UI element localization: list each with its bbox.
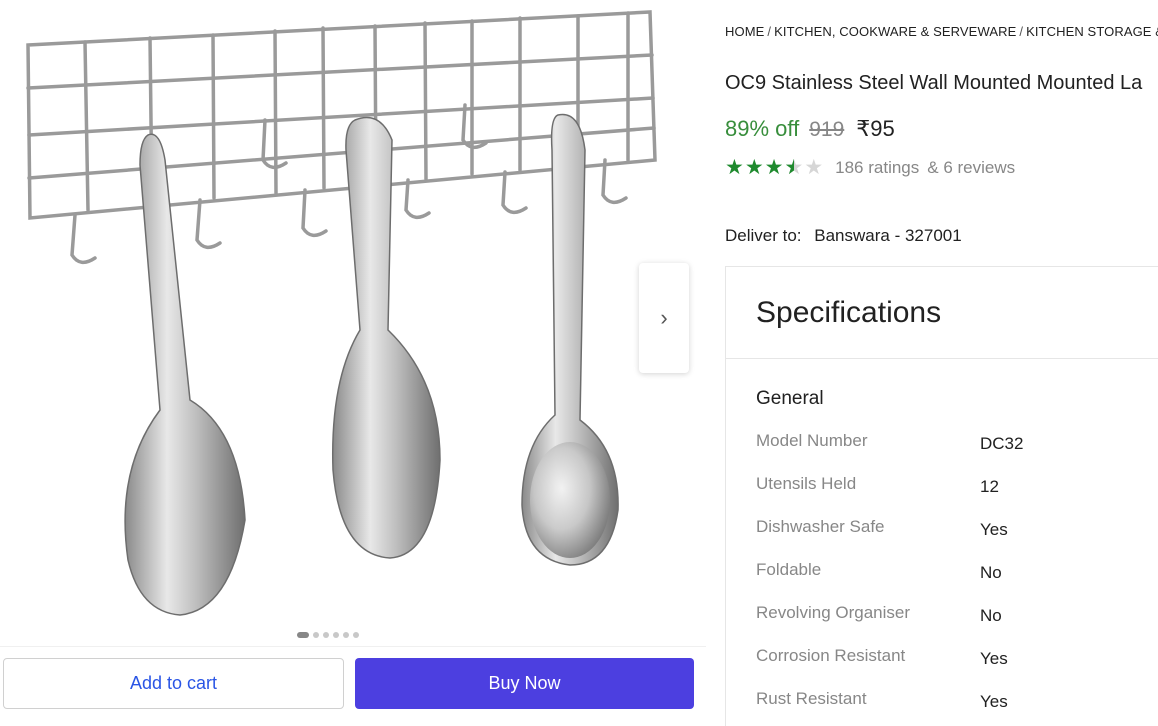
spec-value: No xyxy=(980,606,1002,625)
pagination-dot[interactable] xyxy=(353,632,359,638)
add-to-cart-button[interactable]: Add to cart xyxy=(3,658,344,709)
breadcrumb: HOME / KITCHEN, COOKWARE & SERVEWARE / KITCH… xyxy=(725,24,1158,39)
pagination-dot[interactable] xyxy=(313,632,319,638)
discount-badge: 89% off xyxy=(725,116,800,141)
star-icon: ★ xyxy=(725,156,744,179)
spec-key: Corrosion Resistant xyxy=(756,646,906,665)
star-icon: ★ xyxy=(784,157,803,178)
breadcrumb-item-home[interactable]: HOME xyxy=(725,24,764,39)
rating-row: ★★★★★ 186 ratings & 6 reviews xyxy=(725,156,1015,179)
spec-key: Utensils Held xyxy=(756,474,857,493)
pagination-dot[interactable] xyxy=(297,632,309,638)
buy-now-button[interactable]: Buy Now xyxy=(355,658,694,709)
spec-table: Model Number DC32 Utensils Held 12 Dishwashe… xyxy=(756,431,1023,726)
spec-value: Yes xyxy=(980,520,1008,539)
price-row: 89% off 919 ₹95 xyxy=(725,116,895,142)
reviews-count[interactable]: & 6 reviews xyxy=(927,158,1015,178)
chevron-right-icon: › xyxy=(660,305,668,330)
selling-price: ₹95 xyxy=(856,116,895,141)
product-image[interactable] xyxy=(0,0,700,630)
breadcrumb-separator: / xyxy=(1019,24,1024,39)
spec-key: Rust Resistant xyxy=(756,689,867,708)
pagination-dot[interactable] xyxy=(333,632,339,638)
pagination-dot[interactable] xyxy=(323,632,329,638)
spec-value: DC32 xyxy=(980,434,1024,453)
spec-group-title: General xyxy=(756,388,824,409)
spec-value: 12 xyxy=(980,477,999,496)
breadcrumb-separator: / xyxy=(767,24,772,39)
spec-value: Yes xyxy=(980,692,1008,711)
star-icon: ★ xyxy=(744,156,764,179)
star-icon: ★ xyxy=(764,156,784,179)
image-pagination-dots xyxy=(297,631,359,639)
delivery-location: Deliver to: Banswara - 327001 xyxy=(725,226,962,246)
spec-value: Yes xyxy=(980,649,1008,668)
spec-value: No xyxy=(980,563,1002,582)
spec-key: Dishwasher Safe xyxy=(756,517,885,536)
breadcrumb-item-storage[interactable]: KITCHEN STORAGE & CO xyxy=(1026,24,1158,39)
spec-row: Corrosion Resistant Yes xyxy=(756,646,1023,689)
original-price: 919 xyxy=(809,118,845,141)
deliver-label: Deliver to: xyxy=(725,226,802,245)
pagination-dot[interactable] xyxy=(343,632,349,638)
spec-row: Revolving Organiser No xyxy=(756,603,1023,646)
product-info: HOME / KITCHEN, COOKWARE & SERVEWARE / KITCH… xyxy=(725,0,1158,726)
spec-key: Revolving Organiser xyxy=(756,603,911,622)
divider xyxy=(0,646,706,647)
spec-row: Model Number DC32 xyxy=(756,431,1023,474)
spec-row: Rust Resistant Yes xyxy=(756,689,1023,726)
delivery-pincode[interactable]: Banswara - 327001 xyxy=(814,226,961,245)
next-image-button[interactable]: › xyxy=(639,263,689,373)
specifications-heading[interactable]: Specifications xyxy=(726,267,1158,359)
star-rating: ★ ★ ★ ★ ★ xyxy=(725,156,824,179)
star-icon: ★ xyxy=(804,156,824,179)
product-gallery: › Add to cart Buy Now xyxy=(0,0,710,726)
breadcrumb-item-kitchen[interactable]: KITCHEN, COOKWARE & SERVEWARE xyxy=(774,24,1016,39)
spec-row: Utensils Held 12 xyxy=(756,474,1023,517)
spec-row: Dishwasher Safe Yes xyxy=(756,517,1023,560)
specifications-card: Specifications General Model Number DC32 U… xyxy=(725,266,1158,726)
product-title: OC9 Stainless Steel Wall Mounted Mounted… xyxy=(725,72,1143,94)
spec-row: Foldable No xyxy=(756,560,1023,603)
spec-key: Model Number xyxy=(756,431,868,450)
spec-key: Foldable xyxy=(756,560,822,579)
ratings-count[interactable]: 186 ratings xyxy=(835,158,919,178)
